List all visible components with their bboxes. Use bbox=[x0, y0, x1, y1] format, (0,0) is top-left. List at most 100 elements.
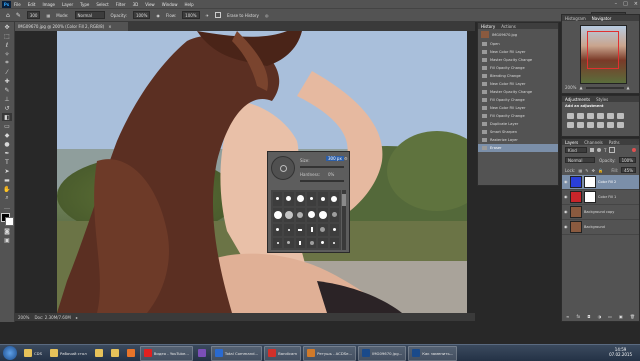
menu-file[interactable]: File bbox=[14, 2, 21, 7]
crop-tool-icon[interactable]: ⌗ bbox=[2, 59, 12, 67]
taskbar-button[interactable] bbox=[108, 347, 122, 360]
document-tab[interactable]: IMG09670.jpg @ 200% (Color Fill 2, RGB/8… bbox=[15, 22, 128, 31]
color-lookup-icon[interactable] bbox=[607, 122, 614, 128]
layer-row[interactable]: ◉ Background bbox=[562, 220, 639, 235]
brush-size-slider[interactable] bbox=[300, 166, 344, 168]
filter-adjustment-icon[interactable] bbox=[597, 148, 601, 152]
dodge-tool-icon[interactable]: ● bbox=[2, 140, 12, 148]
history-item[interactable]: Rasterize Layer bbox=[478, 136, 558, 144]
history-item[interactable]: Master Opacity Change bbox=[478, 88, 558, 96]
menu-window[interactable]: Window bbox=[162, 2, 178, 7]
curves-icon[interactable] bbox=[587, 113, 594, 119]
quick-select-tool-icon[interactable]: ✧ bbox=[2, 50, 12, 58]
layer-row[interactable]: ◉ Color Fill 1 bbox=[562, 190, 639, 205]
lock-all-icon[interactable]: 🔒 bbox=[598, 168, 603, 173]
brush-preset[interactable] bbox=[306, 207, 317, 222]
layer-thumbnail[interactable] bbox=[570, 206, 582, 218]
home-icon[interactable]: ⌂ bbox=[6, 12, 10, 19]
pressure-size-icon[interactable]: ◎ bbox=[265, 13, 269, 18]
history-item[interactable]: Master Opacity Change bbox=[478, 56, 558, 64]
history-item[interactable]: New Color Fill Layer bbox=[478, 48, 558, 56]
exposure-icon[interactable] bbox=[597, 113, 604, 119]
canvas-area[interactable] bbox=[15, 31, 475, 313]
invert-icon[interactable] bbox=[617, 122, 624, 128]
brightness-contrast-icon[interactable] bbox=[567, 113, 574, 119]
mode-select[interactable]: Normal bbox=[74, 11, 105, 19]
navigator-preview[interactable] bbox=[580, 25, 627, 84]
history-item[interactable]: Blending Change bbox=[478, 72, 558, 80]
taskbar-button[interactable]: Видео - YouTube... bbox=[139, 345, 193, 361]
start-button[interactable] bbox=[3, 346, 17, 360]
link-layers-icon[interactable]: ∞ bbox=[566, 314, 569, 319]
brush-tool-icon[interactable]: ✎ bbox=[2, 86, 12, 94]
menu-view[interactable]: View bbox=[145, 2, 155, 7]
menu-3d[interactable]: 3D bbox=[133, 2, 139, 7]
erase-history-checkbox[interactable] bbox=[214, 12, 221, 18]
add-mask-icon[interactable]: ◘ bbox=[587, 314, 590, 319]
history-item[interactable]: New Color Fill Layer bbox=[478, 80, 558, 88]
navigator-view-box[interactable] bbox=[587, 31, 619, 69]
brush-icon[interactable]: ✎ bbox=[16, 12, 21, 19]
menu-select[interactable]: Select bbox=[96, 2, 108, 7]
background-color-swatch[interactable] bbox=[5, 217, 14, 226]
flow-field[interactable]: 100% bbox=[182, 11, 200, 19]
brush-preset[interactable] bbox=[295, 237, 305, 248]
screen-mode-icon[interactable]: ▣ bbox=[2, 236, 12, 244]
tab-styles[interactable]: Styles bbox=[596, 97, 608, 102]
brush-hardness-slider[interactable] bbox=[300, 180, 344, 182]
brush-preset[interactable] bbox=[318, 207, 328, 222]
taskbar-button[interactable]: IMG09670.jpg... bbox=[358, 345, 407, 361]
taskbar-button[interactable]: CDS bbox=[21, 347, 45, 360]
blur-tool-icon[interactable]: ◆ bbox=[2, 131, 12, 139]
lasso-tool-icon[interactable]: ℓ bbox=[2, 41, 12, 49]
brush-preset[interactable] bbox=[318, 224, 328, 236]
brush-preset[interactable] bbox=[284, 237, 294, 248]
healing-brush-tool-icon[interactable]: ✚ bbox=[2, 77, 12, 85]
status-arrow-icon[interactable]: ▸ bbox=[76, 315, 78, 320]
clone-stamp-tool-icon[interactable]: ⊥ bbox=[2, 95, 12, 103]
color-balance-icon[interactable] bbox=[567, 122, 574, 128]
taskbar-button[interactable] bbox=[195, 347, 209, 360]
taskbar-button[interactable] bbox=[92, 347, 106, 360]
brush-preset[interactable] bbox=[273, 192, 283, 206]
photoshop-logo-icon[interactable]: Ps bbox=[2, 0, 11, 8]
tab-layers[interactable]: Layers bbox=[565, 140, 578, 145]
new-adjustment-icon[interactable]: ◑ bbox=[598, 314, 602, 319]
brush-preset[interactable] bbox=[284, 207, 294, 222]
history-snapshot[interactable]: IMG09670.jpg bbox=[478, 29, 558, 40]
close-icon[interactable]: × bbox=[634, 1, 638, 7]
quick-mask-icon[interactable]: ◙ bbox=[2, 227, 12, 235]
taskbar-button[interactable]: Рабочий стол bbox=[47, 347, 90, 360]
brush-preset[interactable] bbox=[329, 192, 339, 206]
lock-transparent-icon[interactable]: ▦ bbox=[578, 168, 582, 173]
tab-actions[interactable]: Actions bbox=[501, 24, 516, 29]
system-clock[interactable]: 14:59 07.02.2015 bbox=[609, 347, 632, 357]
taskbar-button[interactable]: Bandicam bbox=[264, 345, 302, 361]
airbrush-icon[interactable]: ✈ bbox=[206, 13, 209, 18]
brush-preset[interactable] bbox=[306, 192, 317, 206]
layer-style-icon[interactable]: fx bbox=[576, 314, 580, 319]
tab-adjustments[interactable]: Adjustments bbox=[565, 97, 590, 102]
brush-preset[interactable] bbox=[295, 224, 305, 236]
tab-paths[interactable]: Paths bbox=[609, 140, 620, 145]
shape-tool-icon[interactable]: ▬ bbox=[2, 176, 12, 184]
filter-type-icon[interactable]: T bbox=[604, 148, 606, 153]
layer-mask-thumbnail[interactable] bbox=[584, 176, 596, 188]
minimize-icon[interactable]: – bbox=[615, 1, 618, 7]
menu-type[interactable]: Type bbox=[80, 2, 89, 7]
black-white-icon[interactable] bbox=[577, 122, 584, 128]
visibility-eye-icon[interactable]: ◉ bbox=[564, 225, 568, 229]
photo-filter-icon[interactable] bbox=[587, 122, 594, 128]
brush-preset[interactable] bbox=[329, 207, 339, 222]
brush-preset[interactable] bbox=[273, 237, 283, 248]
fill-field[interactable]: 45% bbox=[621, 167, 636, 173]
move-tool-icon[interactable]: ✥ bbox=[2, 23, 12, 31]
brush-preset[interactable] bbox=[329, 224, 339, 236]
menu-edit[interactable]: Edit bbox=[28, 2, 36, 7]
marquee-tool-icon[interactable]: ⬚ bbox=[2, 32, 12, 40]
history-item[interactable]: New Color Fill Layer bbox=[478, 104, 558, 112]
zoom-in-icon[interactable]: ▲ bbox=[627, 85, 630, 90]
menu-help[interactable]: Help bbox=[184, 2, 193, 7]
layer-thumbnail[interactable] bbox=[570, 221, 582, 233]
history-item[interactable]: Open bbox=[478, 40, 558, 48]
